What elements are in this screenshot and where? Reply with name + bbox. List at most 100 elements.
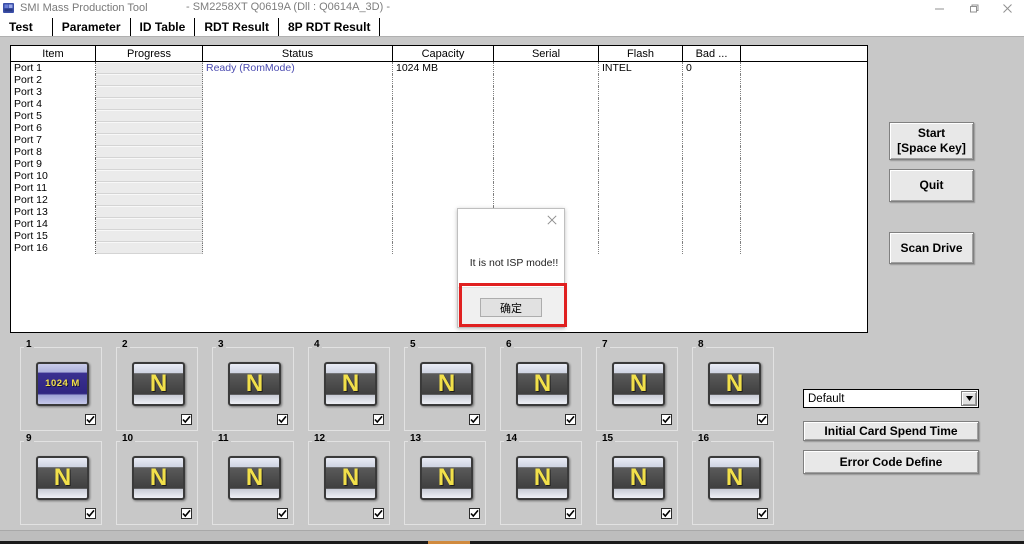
- drive-icon-label: N: [726, 372, 743, 396]
- cell-rest: [741, 242, 867, 254]
- table-row[interactable]: Port 14: [11, 218, 867, 230]
- maximize-button[interactable]: [956, 0, 990, 16]
- tab-bar: Test Parameter ID Table RDT Result 8P RD…: [0, 16, 1024, 36]
- drive-icon-label: N: [150, 372, 167, 396]
- table-row[interactable]: Port 7: [11, 134, 867, 146]
- cell-serial: [494, 122, 599, 134]
- table-row[interactable]: Port 12: [11, 194, 867, 206]
- cell-rest: [741, 62, 867, 74]
- column-header-flash[interactable]: Flash: [599, 46, 683, 61]
- tab-parameter[interactable]: Parameter: [52, 18, 131, 36]
- card-enable-checkbox[interactable]: [757, 508, 768, 519]
- table-row[interactable]: Port 8: [11, 146, 867, 158]
- minimize-button[interactable]: [922, 0, 956, 16]
- card-enable-checkbox[interactable]: [757, 414, 768, 425]
- cell-flash: [599, 158, 683, 170]
- table-row[interactable]: Port 3: [11, 86, 867, 98]
- quit-button[interactable]: Quit: [889, 169, 974, 202]
- card-enable-checkbox[interactable]: [661, 414, 672, 425]
- card-enable-checkbox[interactable]: [661, 508, 672, 519]
- cell-capacity: [393, 194, 494, 206]
- cell-rest: [741, 182, 867, 194]
- drive-icon-label: N: [54, 466, 71, 490]
- cell-bad: [683, 230, 741, 242]
- card-slot[interactable]: 4N: [308, 347, 390, 431]
- card-slot[interactable]: 2N: [116, 347, 198, 431]
- table-row[interactable]: Port 15: [11, 230, 867, 242]
- cell-item: Port 8: [11, 146, 96, 158]
- tab-id-table[interactable]: ID Table: [130, 18, 196, 36]
- table-row[interactable]: Port 5: [11, 110, 867, 122]
- start-button[interactable]: Start [Space Key]: [889, 122, 974, 160]
- table-row[interactable]: Port 6: [11, 122, 867, 134]
- card-slot-number: 8: [696, 340, 706, 350]
- card-enable-checkbox[interactable]: [85, 508, 96, 519]
- scan-drive-button[interactable]: Scan Drive: [889, 232, 974, 264]
- initial-card-spend-time-button[interactable]: Initial Card Spend Time: [803, 421, 979, 441]
- error-code-define-button[interactable]: Error Code Define: [803, 450, 979, 474]
- card-enable-checkbox[interactable]: [277, 414, 288, 425]
- cell-capacity: [393, 74, 494, 86]
- table-row[interactable]: Port 16: [11, 242, 867, 254]
- table-body: Port 1Ready (RomMode)1024 MBINTEL0Port 2…: [11, 62, 867, 254]
- card-enable-checkbox[interactable]: [469, 508, 480, 519]
- dialog-ok-button[interactable]: 确定: [480, 298, 542, 317]
- card-slot[interactable]: 16N: [692, 441, 774, 525]
- drive-icon: 1024 M: [36, 362, 89, 406]
- card-slot[interactable]: 8N: [692, 347, 774, 431]
- column-header-item[interactable]: Item: [11, 46, 96, 61]
- table-row[interactable]: Port 10: [11, 170, 867, 182]
- table-row[interactable]: Port 1Ready (RomMode)1024 MBINTEL0: [11, 62, 867, 74]
- card-slot[interactable]: 5N: [404, 347, 486, 431]
- card-slot[interactable]: 14N: [500, 441, 582, 525]
- column-header-status[interactable]: Status: [203, 46, 393, 61]
- card-enable-checkbox[interactable]: [565, 414, 576, 425]
- card-row-top: 11024 M2N3N4N5N6N7N8N: [20, 347, 788, 431]
- card-enable-checkbox[interactable]: [277, 508, 288, 519]
- tab-rdt-result[interactable]: RDT Result: [194, 18, 279, 36]
- card-enable-checkbox[interactable]: [469, 414, 480, 425]
- card-enable-checkbox[interactable]: [85, 414, 96, 425]
- chevron-down-icon[interactable]: [961, 391, 977, 406]
- table-row[interactable]: Port 4: [11, 98, 867, 110]
- card-enable-checkbox[interactable]: [181, 414, 192, 425]
- column-header-serial[interactable]: Serial: [494, 46, 599, 61]
- table-row[interactable]: Port 9: [11, 158, 867, 170]
- cell-status: [203, 206, 393, 218]
- card-slot[interactable]: 3N: [212, 347, 294, 431]
- cell-serial: [494, 110, 599, 122]
- table-row[interactable]: Port 13: [11, 206, 867, 218]
- card-slot[interactable]: 12N: [308, 441, 390, 525]
- card-enable-checkbox[interactable]: [565, 508, 576, 519]
- table-row[interactable]: Port 2: [11, 74, 867, 86]
- column-header-progress[interactable]: Progress: [96, 46, 203, 61]
- card-slot[interactable]: 9N: [20, 441, 102, 525]
- close-icon[interactable]: [543, 212, 561, 228]
- table-row[interactable]: Port 11: [11, 182, 867, 194]
- cell-item: Port 6: [11, 122, 96, 134]
- close-button[interactable]: [990, 0, 1024, 16]
- column-header-capacity[interactable]: Capacity: [393, 46, 494, 61]
- cell-rest: [741, 74, 867, 86]
- cell-flash: INTEL: [599, 62, 683, 74]
- card-slot[interactable]: 7N: [596, 347, 678, 431]
- cell-capacity: [393, 98, 494, 110]
- card-enable-checkbox[interactable]: [373, 508, 384, 519]
- cell-flash: [599, 206, 683, 218]
- tab-8p-rdt-result[interactable]: 8P RDT Result: [278, 18, 380, 36]
- column-header-extra[interactable]: [741, 46, 867, 61]
- column-header-bad[interactable]: Bad ...: [683, 46, 741, 61]
- card-enable-checkbox[interactable]: [181, 508, 192, 519]
- preset-select[interactable]: Default: [803, 389, 979, 408]
- cell-serial: [494, 134, 599, 146]
- card-slot[interactable]: 11024 M: [20, 347, 102, 431]
- card-slot[interactable]: 15N: [596, 441, 678, 525]
- card-slot[interactable]: 10N: [116, 441, 198, 525]
- card-slot[interactable]: 13N: [404, 441, 486, 525]
- tab-test[interactable]: Test: [1, 18, 53, 36]
- card-slot[interactable]: 11N: [212, 441, 294, 525]
- cell-bad: [683, 110, 741, 122]
- card-enable-checkbox[interactable]: [373, 414, 384, 425]
- drive-icon-label: N: [534, 372, 551, 396]
- card-slot[interactable]: 6N: [500, 347, 582, 431]
